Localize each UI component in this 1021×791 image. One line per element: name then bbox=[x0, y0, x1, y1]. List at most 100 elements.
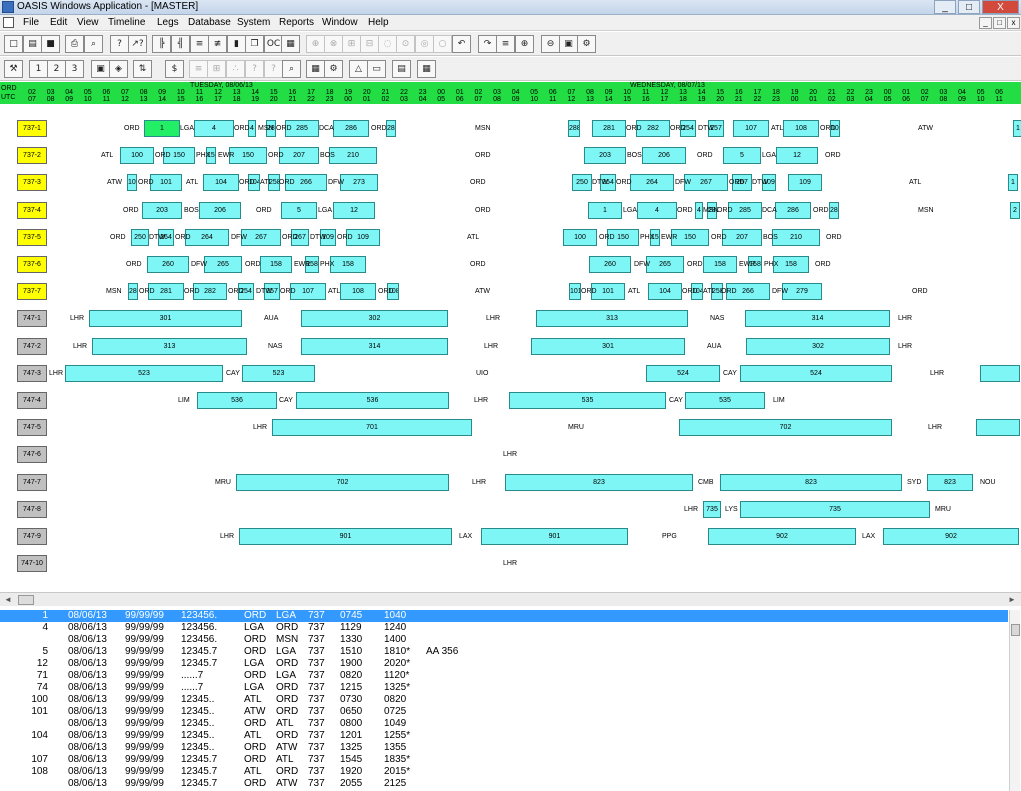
menu-database[interactable]: Database bbox=[188, 17, 231, 29]
menu-legs[interactable]: Legs bbox=[157, 17, 179, 29]
leg-row[interactable]: 08/06/13 99/99/99 12345.7 ORD ATW 737 2055 2125 bbox=[0, 778, 1008, 790]
flight-bar[interactable]: 288 bbox=[568, 120, 580, 137]
flight-bar[interactable]: 265 bbox=[646, 256, 684, 273]
tools-icon[interactable]: ⚒ bbox=[4, 60, 23, 78]
flight-bar[interactable]: 12 bbox=[776, 147, 818, 165]
flight-bar[interactable]: 523 bbox=[65, 364, 223, 382]
legs-split-icon[interactable]: ╠ bbox=[152, 35, 171, 53]
menu-edit[interactable]: Edit bbox=[50, 17, 67, 29]
aircraft-747-1[interactable]: 747-1 bbox=[17, 310, 47, 328]
flight-bar[interactable]: 702 bbox=[679, 419, 892, 437]
context-help-icon[interactable]: ↗? bbox=[128, 35, 147, 53]
flight-bar[interactable]: 100 bbox=[120, 147, 154, 165]
print-preview-icon[interactable]: ⌕ bbox=[84, 35, 103, 53]
flight-bar[interactable]: 260 bbox=[147, 256, 189, 273]
leg-row[interactable]: 108 08/06/13 99/99/99 12345.7 ATL ORD 737 1920 2… bbox=[0, 766, 1008, 778]
flight-bar[interactable]: 210 bbox=[329, 147, 377, 165]
t5-icon[interactable]: ◌ bbox=[378, 35, 397, 53]
flight-bar[interactable]: 735 bbox=[703, 500, 721, 518]
flight-bar[interactable]: 535 bbox=[685, 392, 765, 409]
flight-bar[interactable]: 5 bbox=[723, 147, 761, 165]
flight-bar[interactable]: 109 bbox=[788, 174, 822, 192]
d2-icon[interactable]: ⊞ bbox=[207, 60, 226, 78]
legs-unlink-icon[interactable]: ≢ bbox=[208, 35, 227, 53]
flight-bar[interactable]: 100 bbox=[563, 228, 597, 246]
help-icon[interactable]: ? bbox=[110, 35, 129, 53]
menu-timeline[interactable]: Timeline bbox=[108, 17, 145, 29]
menu-window[interactable]: Window bbox=[322, 17, 358, 29]
leg-row[interactable]: 08/06/13 99/99/99 12345.. ORD ATL 737 0800 1049 bbox=[0, 718, 1008, 730]
aircraft-747-9[interactable]: 747-9 bbox=[17, 528, 47, 545]
t7-icon[interactable]: ◎ bbox=[415, 35, 434, 53]
view2-icon[interactable]: 2 bbox=[47, 60, 66, 78]
flight-bar[interactable]: 101 bbox=[150, 174, 182, 192]
flight-bar[interactable]: 108 bbox=[783, 120, 819, 137]
mdi-close-button[interactable]: x bbox=[1007, 17, 1020, 29]
scroll-right-icon[interactable]: ► bbox=[1006, 594, 1018, 606]
mdi-minimize-button[interactable]: _ bbox=[979, 17, 992, 29]
flight-bar[interactable]: 901 bbox=[239, 528, 452, 545]
flight-bar[interactable]: 250 bbox=[131, 228, 149, 246]
flight-bar[interactable]: 823 bbox=[720, 473, 902, 491]
sort-icon[interactable]: ⇅ bbox=[133, 60, 152, 78]
leg-row[interactable]: 74 08/06/13 99/99/99 ......7 LGA ORD 737 1215 13… bbox=[0, 682, 1008, 694]
flight-bar[interactable]: 314 bbox=[301, 337, 448, 355]
panel-icon[interactable]: ▭ bbox=[367, 60, 386, 78]
aircraft-737-4[interactable]: 737-4 bbox=[17, 201, 47, 219]
menu-file[interactable]: File bbox=[23, 17, 39, 29]
leg-row[interactable]: 4 08/06/13 99/99/99 123456. LGA ORD 737 1129 124… bbox=[0, 622, 1008, 634]
flight-bar[interactable]: 536 bbox=[197, 392, 277, 409]
t2-icon[interactable]: ⊗ bbox=[324, 35, 343, 53]
settings-icon[interactable]: ⚙ bbox=[577, 35, 596, 53]
d3-icon[interactable]: ∴ bbox=[226, 60, 245, 78]
flight-bar[interactable]: 301 bbox=[89, 310, 242, 328]
leg-row[interactable]: 104 08/06/13 99/99/99 12345.. ATL ORD 737 1201 1… bbox=[0, 730, 1008, 742]
legs-link-icon[interactable]: ≡ bbox=[190, 35, 209, 53]
leg-row[interactable]: 08/06/13 99/99/99 123456. ORD MSN 737 1330 1400 bbox=[0, 634, 1008, 646]
flight-bar[interactable]: 901 bbox=[481, 528, 628, 545]
flight-bar[interactable]: 5 bbox=[281, 201, 317, 219]
leg-row[interactable]: 100 08/06/13 99/99/99 12345.. ATL ORD 737 0730 0… bbox=[0, 694, 1008, 706]
d1-icon[interactable]: ≡ bbox=[189, 60, 208, 78]
undo-icon[interactable]: ↶ bbox=[452, 35, 471, 53]
flight-bar[interactable]: 250 bbox=[572, 174, 592, 192]
flight-bar[interactable]: 273 bbox=[340, 174, 378, 192]
t3-icon[interactable]: ⊞ bbox=[342, 35, 361, 53]
flight-bar[interactable]: 536 bbox=[296, 392, 449, 409]
aircraft-747-3[interactable]: 747-3 bbox=[17, 364, 47, 382]
flight-bar[interactable]: 267 bbox=[241, 228, 281, 246]
flight-bar[interactable]: 260 bbox=[589, 256, 631, 273]
aircraft-737-5[interactable]: 737-5 bbox=[17, 228, 47, 246]
aircraft-747-2[interactable]: 747-2 bbox=[17, 337, 47, 355]
flight-bar[interactable]: 524 bbox=[646, 364, 720, 382]
flight-bar[interactable]: 104 bbox=[648, 283, 682, 301]
view3-icon[interactable]: 3 bbox=[65, 60, 84, 78]
flight-bar[interactable]: 203 bbox=[142, 201, 182, 219]
camera-icon[interactable]: ▣ bbox=[91, 60, 110, 78]
flight-bar[interactable]: 286 bbox=[775, 201, 811, 219]
flight-bar[interactable]: 823 bbox=[505, 473, 693, 491]
flight-bar[interactable]: 158 bbox=[330, 256, 366, 273]
close-button[interactable]: X bbox=[982, 0, 1019, 14]
flight-bar[interactable]: 302 bbox=[301, 310, 448, 328]
flight-bar[interactable]: 702 bbox=[236, 473, 449, 491]
flight-bar[interactable]: 264 bbox=[630, 174, 674, 192]
flight-bar[interactable]: 150 bbox=[229, 147, 267, 165]
flight-bar[interactable]: 1 bbox=[144, 120, 180, 137]
flight-bar[interactable]: 535 bbox=[509, 392, 666, 409]
flight-bar[interactable]: 206 bbox=[199, 201, 241, 219]
vertical-scrollbar[interactable] bbox=[1009, 610, 1020, 791]
scroll-left-icon[interactable]: ◄ bbox=[2, 594, 14, 606]
new-icon[interactable]: □ bbox=[4, 35, 23, 53]
flight-bar[interactable]: 104 bbox=[203, 174, 239, 192]
flight-bar[interactable]: 107 bbox=[127, 174, 137, 192]
flight-bar[interactable]: 264 bbox=[185, 228, 229, 246]
leg-row[interactable]: 08/06/13 99/99/99 12345.. ORD ATW 737 1325 1355 bbox=[0, 742, 1008, 754]
flight-bar[interactable]: 265 bbox=[204, 256, 242, 273]
aircraft-737-1[interactable]: 737-1 bbox=[17, 120, 47, 137]
menu-system[interactable]: System bbox=[237, 17, 270, 29]
palette-icon[interactable]: ▦ bbox=[281, 35, 300, 53]
aircraft-747-7[interactable]: 747-7 bbox=[17, 473, 47, 491]
restore-button[interactable]: □ bbox=[958, 0, 980, 14]
flight-bar[interactable]: 314 bbox=[745, 310, 890, 328]
